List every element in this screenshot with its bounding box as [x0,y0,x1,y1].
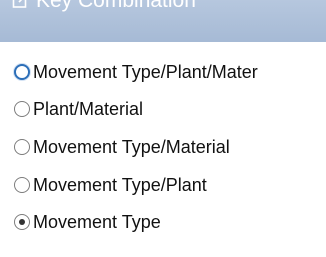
option-label: Movement Type/Plant/Mater [33,61,258,82]
radio-dot-icon [19,219,25,225]
option-label: Movement Type/Material [33,136,230,157]
radio-button[interactable] [14,139,30,155]
option-label: Movement Type/Plant [33,174,207,195]
panel-title: Key Combination [36,0,196,12]
panel-header: Key Combination [0,0,326,43]
edit-icon [12,0,30,10]
radio-button[interactable] [14,101,30,117]
option-movement-type[interactable]: Movement Type [14,209,161,235]
radio-button[interactable] [14,64,30,80]
key-combination-panel: Key Combination Movement Type/Plant/Mate… [0,0,326,257]
option-movement-type-plant[interactable]: Movement Type/Plant [14,172,207,198]
option-label: Plant/Material [33,98,144,119]
radio-button[interactable] [14,214,30,230]
header-title-row: Key Combination [12,0,196,11]
option-movement-type-material[interactable]: Movement Type/Material [14,134,230,160]
option-movement-type-plant-material[interactable]: Movement Type/Plant/Mater [14,59,258,85]
option-label: Movement Type [33,211,161,232]
key-combination-options: Movement Type/Plant/Mater Plant/Material… [0,42,326,257]
option-plant-material[interactable]: Plant/Material [14,96,143,122]
radio-button[interactable] [14,177,30,193]
